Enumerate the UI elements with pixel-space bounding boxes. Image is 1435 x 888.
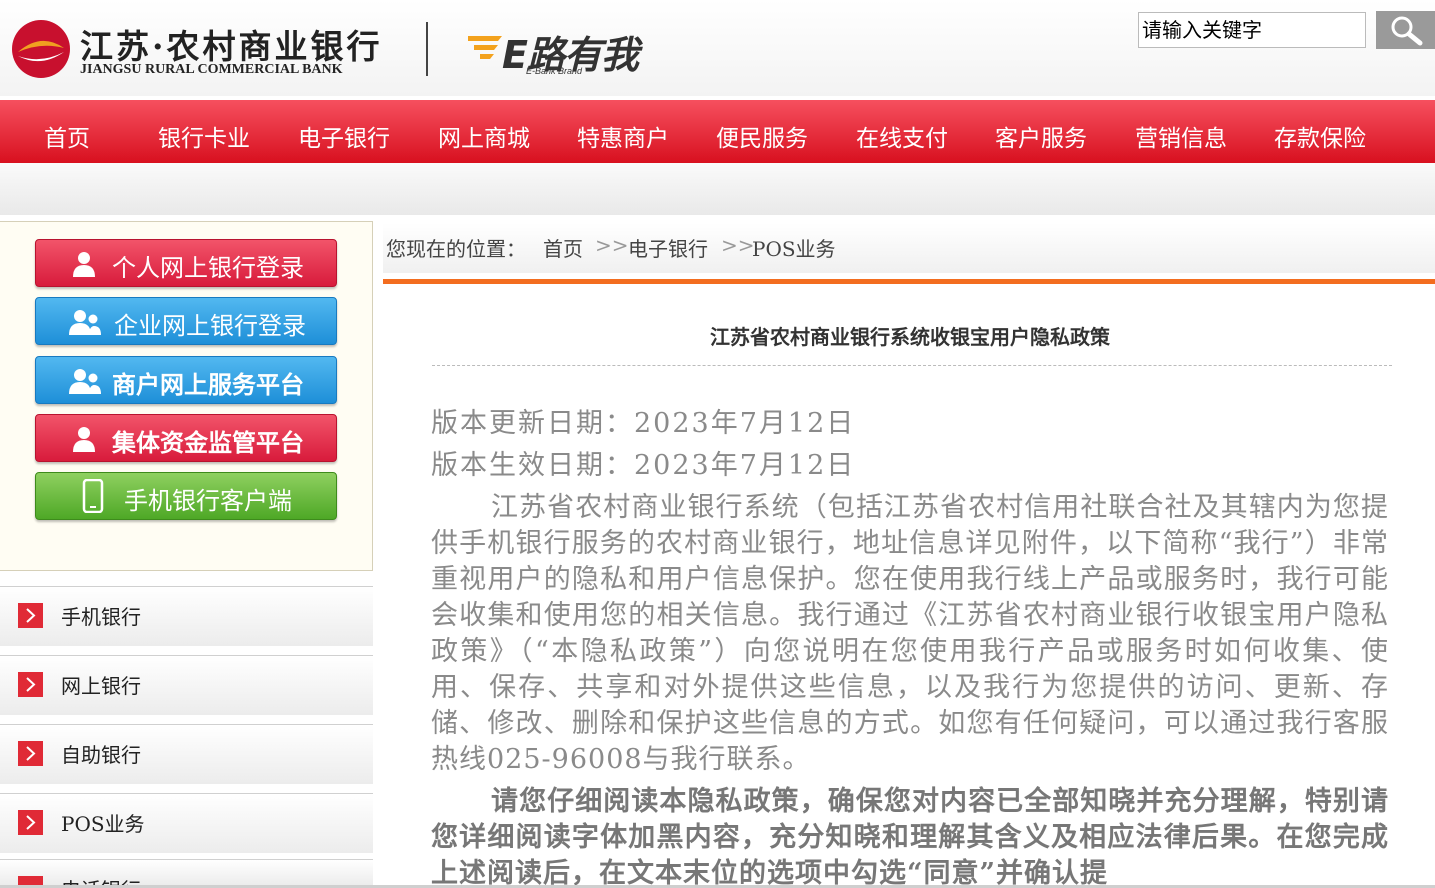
side-menu-item-online-bank[interactable]: 网上银行: [0, 655, 373, 715]
side-menu-label: 电话银行: [61, 874, 141, 885]
bank-name-en: JIANGSU RURAL COMMERCIAL BANK: [80, 62, 343, 77]
side-menu-label: 自助银行: [61, 743, 141, 767]
bank-logo-icon[interactable]: [10, 18, 72, 80]
version-update-date: 版本更新日期：2023年7月12日: [431, 408, 856, 439]
mobile-bank-client-button[interactable]: 手机银行客户端: [35, 472, 337, 520]
breadcrumb-separator: >>: [595, 233, 629, 257]
title-divider: [432, 365, 1392, 366]
search-icon: [1391, 16, 1422, 45]
sub-nav-bar: [0, 163, 1435, 215]
main-nav: 首页 银行卡业务 电子银行 网上商城 特惠商户 便民服务 在线支付 客户服务 营…: [0, 100, 1435, 190]
nav-item-mall[interactable]: 网上商城: [438, 120, 530, 158]
personal-ebank-login-button[interactable]: 个人网上银行登录: [35, 239, 337, 287]
article-paragraph-bold: 请您仔细阅读本隐私政策，确保您对内容已全部知晓并充分理解，特别请您详细阅读字体加…: [431, 786, 1389, 885]
chevron-right-icon: [18, 741, 43, 766]
search-input[interactable]: [1138, 12, 1366, 48]
breadcrumb-pos-link[interactable]: POS业务: [752, 233, 836, 262]
breadcrumb-ebank-link[interactable]: 电子银行: [628, 233, 708, 262]
version-effective-date: 版本生效日期：2023年7月12日: [431, 450, 856, 481]
ebank-brand-subtitle: E-Bank Brand: [526, 66, 583, 76]
header-divider: [426, 22, 428, 76]
nav-item-marketing[interactable]: 营销信息: [1135, 120, 1227, 158]
search-button[interactable]: [1376, 11, 1435, 49]
breadcrumb-home-link[interactable]: 首页: [543, 233, 583, 262]
site-header: 江苏·农村商业银行 JIANGSU RURAL COMMERCIAL BANK …: [0, 0, 1435, 96]
nav-item-ebank[interactable]: 电子银行: [298, 120, 390, 158]
side-menu-item-phone-bank[interactable]: 电话银行: [0, 859, 373, 885]
merchant-service-platform-button[interactable]: 商户网上服务平台: [35, 356, 337, 404]
nav-item-home[interactable]: 首页: [44, 120, 90, 158]
person-icon: [73, 252, 95, 277]
login-button-label: 集体资金监管平台: [112, 429, 304, 457]
chevron-right-icon: [18, 810, 43, 835]
nav-item-convenience[interactable]: 便民服务: [716, 120, 808, 158]
breadcrumb: 您现在的位置： 首页 >> 电子银行 >> POS业务: [383, 223, 1435, 273]
ebank-brand-logo: E路有我 E-Bank Brand: [468, 24, 678, 80]
nav-item-merchants[interactable]: 特惠商户: [577, 120, 669, 158]
login-panel: 个人网上银行登录 企业网上银行登录 商户网上服务平台 集体资金监管平台 手机银行…: [0, 221, 373, 571]
side-menu-item-pos[interactable]: POS业务: [0, 793, 373, 853]
side-menu-item-mobile-bank[interactable]: 手机银行: [0, 586, 373, 646]
article-title: 江苏省农村商业银行系统收银宝用户隐私政策: [710, 325, 1110, 349]
side-menu-label: 手机银行: [61, 605, 141, 629]
nav-item-deposit-insurance[interactable]: 存款保险: [1274, 120, 1366, 158]
side-menu-label: 网上银行: [61, 674, 141, 698]
nav-item-payment[interactable]: 在线支付: [856, 120, 948, 158]
login-button-label: 商户网上服务平台: [112, 371, 304, 399]
side-menu-label: POS业务: [61, 812, 145, 836]
login-button-label: 个人网上银行登录: [112, 254, 304, 282]
breadcrumb-prefix: 您现在的位置：: [386, 237, 526, 261]
bank-name-cn: 江苏·农村商业银行: [80, 27, 383, 66]
people-icon: [69, 369, 101, 394]
chevron-right-icon: [18, 603, 43, 628]
article-paragraph: 江苏省农村商业银行系统（包括江苏省农村信用社联合社及其辖内为您提供手机银行服务的…: [431, 492, 1389, 775]
side-menu-item-self-service-bank[interactable]: 自助银行: [0, 724, 373, 784]
nav-item-service[interactable]: 客户服务: [995, 120, 1087, 158]
breadcrumb-separator: >>: [721, 233, 755, 257]
phone-icon: [82, 479, 104, 513]
chevron-right-icon: [18, 876, 43, 885]
chevron-right-icon: [18, 672, 43, 697]
login-button-label: 手机银行客户端: [124, 487, 292, 515]
breadcrumb-underline: [383, 279, 1435, 284]
person-icon: [73, 427, 95, 452]
collective-fund-platform-button[interactable]: 集体资金监管平台: [35, 414, 337, 462]
